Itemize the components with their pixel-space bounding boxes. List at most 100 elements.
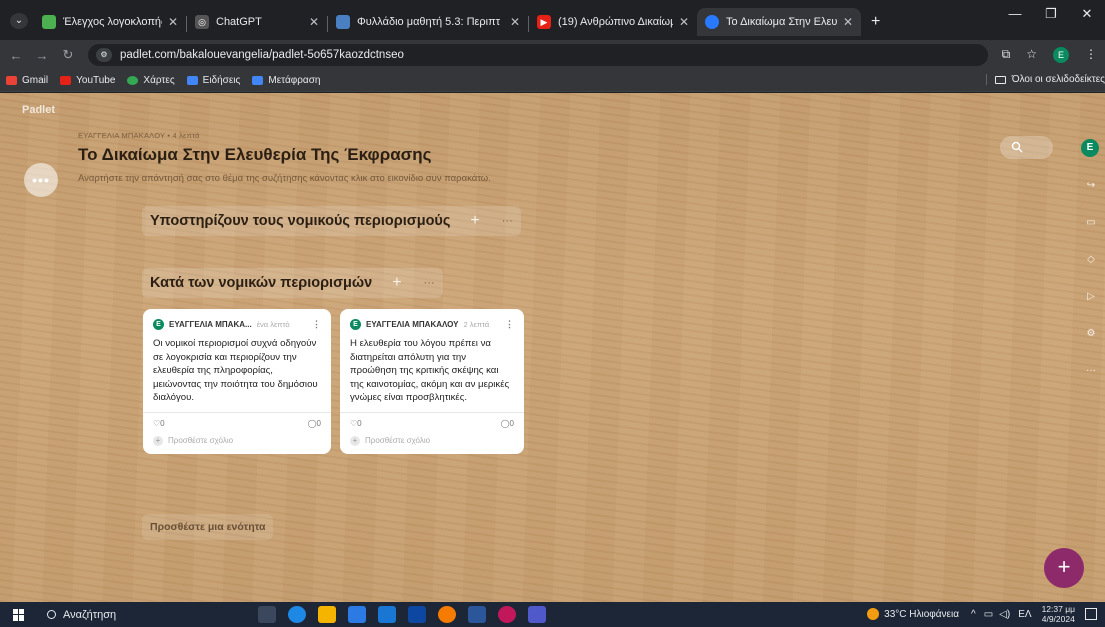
add-section-button[interactable]: Προσθέστε μια ενότητα	[142, 514, 274, 540]
bookmark-label: Μετάφραση	[268, 75, 321, 86]
board-author: ΕΥΑΓΓΕΛΙΑ ΜΠΑΚΑΛΟΥ • 4 λεπτά	[78, 131, 200, 140]
windows-start-icon[interactable]	[13, 608, 25, 621]
add-post-icon[interactable]: +	[392, 274, 401, 292]
close-tab-icon[interactable]: ✕	[168, 15, 178, 29]
section-title: Κατά των νομικών περιορισμών	[150, 275, 373, 291]
weather-text[interactable]: 33°C Ηλιοφάνεια	[884, 609, 959, 620]
board-search-button[interactable]	[1000, 136, 1053, 159]
tab-padlet-active[interactable]: Το Δικαίωμα Στην Ελευθερία Τ ✕	[697, 8, 861, 36]
section-more-icon[interactable]: ···	[502, 215, 513, 227]
post-time: ένα λεπτό	[256, 319, 290, 329]
toolbar-actions: ⧉ ☆ E ⋮	[1002, 47, 1097, 63]
add-post-fab-button[interactable]: +	[1044, 548, 1084, 588]
bookmark-translate[interactable]: Μετάφραση	[252, 75, 320, 86]
clock[interactable]: 12:37 μμ 4/9/2024	[1042, 604, 1075, 624]
user-avatar[interactable]: E	[1081, 139, 1099, 157]
post-menu-icon[interactable]: ⋮	[312, 319, 321, 330]
post-card[interactable]: E ΕΥΑΓΓΕΛΙΑ ΜΠΑΚΑ... ένα λεπτό ⋮ Οι νομι…	[143, 309, 331, 454]
close-window-icon[interactable]: ✕	[1069, 6, 1105, 22]
close-tab-icon[interactable]: ✕	[510, 15, 520, 29]
notifications-icon[interactable]: ◇	[1080, 249, 1102, 271]
news-icon	[186, 76, 198, 85]
tab-search-icon[interactable]: ⌄	[10, 13, 28, 29]
all-bookmarks[interactable]: Όλοι οι σελιδοδείκτες	[985, 74, 1105, 85]
tab-worksheet[interactable]: Φυλλάδιο μαθητή 5.3: Περιπτ ✕	[328, 8, 528, 36]
board-title: Το Δικαίωμα Στην Ελευθερία Της Έκφρασης	[78, 145, 432, 164]
like-button[interactable]: ♡0	[153, 419, 165, 428]
chrome-profile-icon[interactable]	[498, 606, 516, 623]
close-tab-icon[interactable]: ✕	[843, 15, 853, 29]
site-info-icon[interactable]: ⚙	[96, 48, 112, 62]
tab-plagiarism[interactable]: Έλεγχος λογοκλοπής | Plag - A ✕	[34, 8, 186, 36]
teams-icon[interactable]	[528, 606, 546, 623]
play-icon[interactable]: ▷	[1080, 286, 1102, 308]
add-comment[interactable]: + Προσθέστε σχόλιο	[350, 435, 514, 446]
settings-gear-icon[interactable]: ⚙	[1080, 323, 1102, 345]
notifications-center-icon[interactable]	[1085, 608, 1097, 620]
close-tab-icon[interactable]: ✕	[309, 15, 319, 29]
store-icon[interactable]	[348, 606, 366, 623]
weather-sun-icon	[867, 608, 880, 620]
bookmark-maps[interactable]: Χάρτες	[127, 75, 175, 86]
bookmark-label: Ειδήσεις	[202, 75, 241, 86]
bookmark-gmail[interactable]: Gmail	[6, 75, 48, 86]
like-button[interactable]: ♡0	[350, 419, 362, 428]
omnibox[interactable]: ⚙ padlet.com/bakalouevangelia/padlet-5o6…	[88, 44, 988, 66]
chrome-icon[interactable]	[438, 606, 456, 623]
padlet-favicon-icon	[705, 15, 719, 29]
slideshow-icon[interactable]: ▭	[1080, 212, 1102, 234]
post-author: ΕΥΑΓΓΕΛΙΑ ΜΠΑΚΑ...	[169, 319, 252, 329]
search-icon	[1011, 141, 1023, 153]
more-options-icon[interactable]: ···	[1080, 360, 1102, 382]
post-card[interactable]: E ΕΥΑΓΓΕΛΙΑ ΜΠΑΚΑΛΟΥ 2 λεπτά ⋮ Η ελευθερ…	[340, 309, 524, 454]
tab-title: Έλεγχος λογοκλοπής | Plag - A	[63, 16, 162, 28]
add-comment-icon: +	[350, 435, 360, 446]
youtube-favicon-icon: ▶	[537, 15, 551, 29]
mail-icon[interactable]	[378, 606, 396, 623]
new-tab-icon[interactable]: +	[871, 13, 880, 31]
comment-count-button[interactable]: ◯0	[501, 419, 514, 428]
browser-menu-icon[interactable]: ⋮	[1085, 47, 1097, 63]
folder-icon	[994, 75, 1006, 84]
forward-icon[interactable]: →	[32, 48, 52, 63]
like-count: 0	[357, 418, 362, 428]
word-icon[interactable]	[468, 606, 486, 623]
app-icon[interactable]	[408, 606, 426, 623]
close-tab-icon[interactable]: ✕	[679, 15, 689, 29]
bookmark-news[interactable]: Ειδήσεις	[186, 75, 241, 86]
reload-icon[interactable]: ↻	[58, 47, 78, 63]
network-icon[interactable]: ▭	[984, 609, 993, 620]
minimize-icon[interactable]: —	[997, 6, 1033, 22]
profile-avatar[interactable]: E	[1053, 47, 1069, 63]
windows-taskbar: Αναζήτηση 33°C Ηλιοφάνεια ^ ▭ ◁) ΕΛ 12:3…	[0, 602, 1105, 627]
padlet-board: Padlet E ••• ΕΥΑΓΓΕΛΙΑ ΜΠΑΚΑΛΟΥ • 4 λεπτ…	[0, 93, 1105, 602]
chatgpt-favicon-icon: ◎	[195, 15, 209, 29]
edge-icon[interactable]	[288, 606, 306, 623]
share-icon[interactable]: ↪	[1080, 175, 1102, 197]
section-more-icon[interactable]: ···	[424, 277, 435, 289]
restore-icon[interactable]: ❐	[1033, 6, 1069, 22]
file-explorer-icon[interactable]	[318, 606, 336, 623]
taskbar-apps	[258, 606, 546, 623]
section-header-support: Υποστηρίζουν τους νομικούς περιορισμούς …	[142, 206, 521, 236]
post-author: ΕΥΑΓΓΕΛΙΑ ΜΠΑΚΑΛΟΥ	[366, 319, 459, 329]
url-text[interactable]: padlet.com/bakalouevangelia/padlet-5o657…	[120, 49, 404, 61]
install-app-icon[interactable]: ⧉	[1002, 47, 1011, 63]
add-comment[interactable]: + Προσθέστε σχόλιο	[153, 435, 321, 446]
volume-icon[interactable]: ◁)	[999, 609, 1010, 620]
bookmark-star-icon[interactable]: ☆	[1026, 47, 1037, 63]
youtube-icon	[60, 76, 72, 85]
comment-count-button[interactable]: ◯0	[308, 419, 321, 428]
bookmark-youtube[interactable]: YouTube	[60, 75, 115, 86]
chat-bubble-icon: •••	[24, 163, 58, 197]
padlet-logo[interactable]: Padlet	[22, 104, 55, 116]
tab-chatgpt[interactable]: ◎ ChatGPT ✕	[187, 8, 327, 36]
post-menu-icon[interactable]: ⋮	[505, 319, 514, 330]
taskbar-search[interactable]: Αναζήτηση	[47, 609, 247, 621]
tab-youtube[interactable]: ▶ (19) Ανθρώπινο Δικαίωμα ελ ✕	[529, 8, 697, 36]
task-view-icon[interactable]	[258, 606, 276, 623]
tray-chevron-icon[interactable]: ^	[971, 609, 976, 620]
language-indicator[interactable]: ΕΛ	[1018, 609, 1031, 620]
add-post-icon[interactable]: +	[470, 212, 479, 230]
back-icon[interactable]: ←	[6, 48, 26, 63]
